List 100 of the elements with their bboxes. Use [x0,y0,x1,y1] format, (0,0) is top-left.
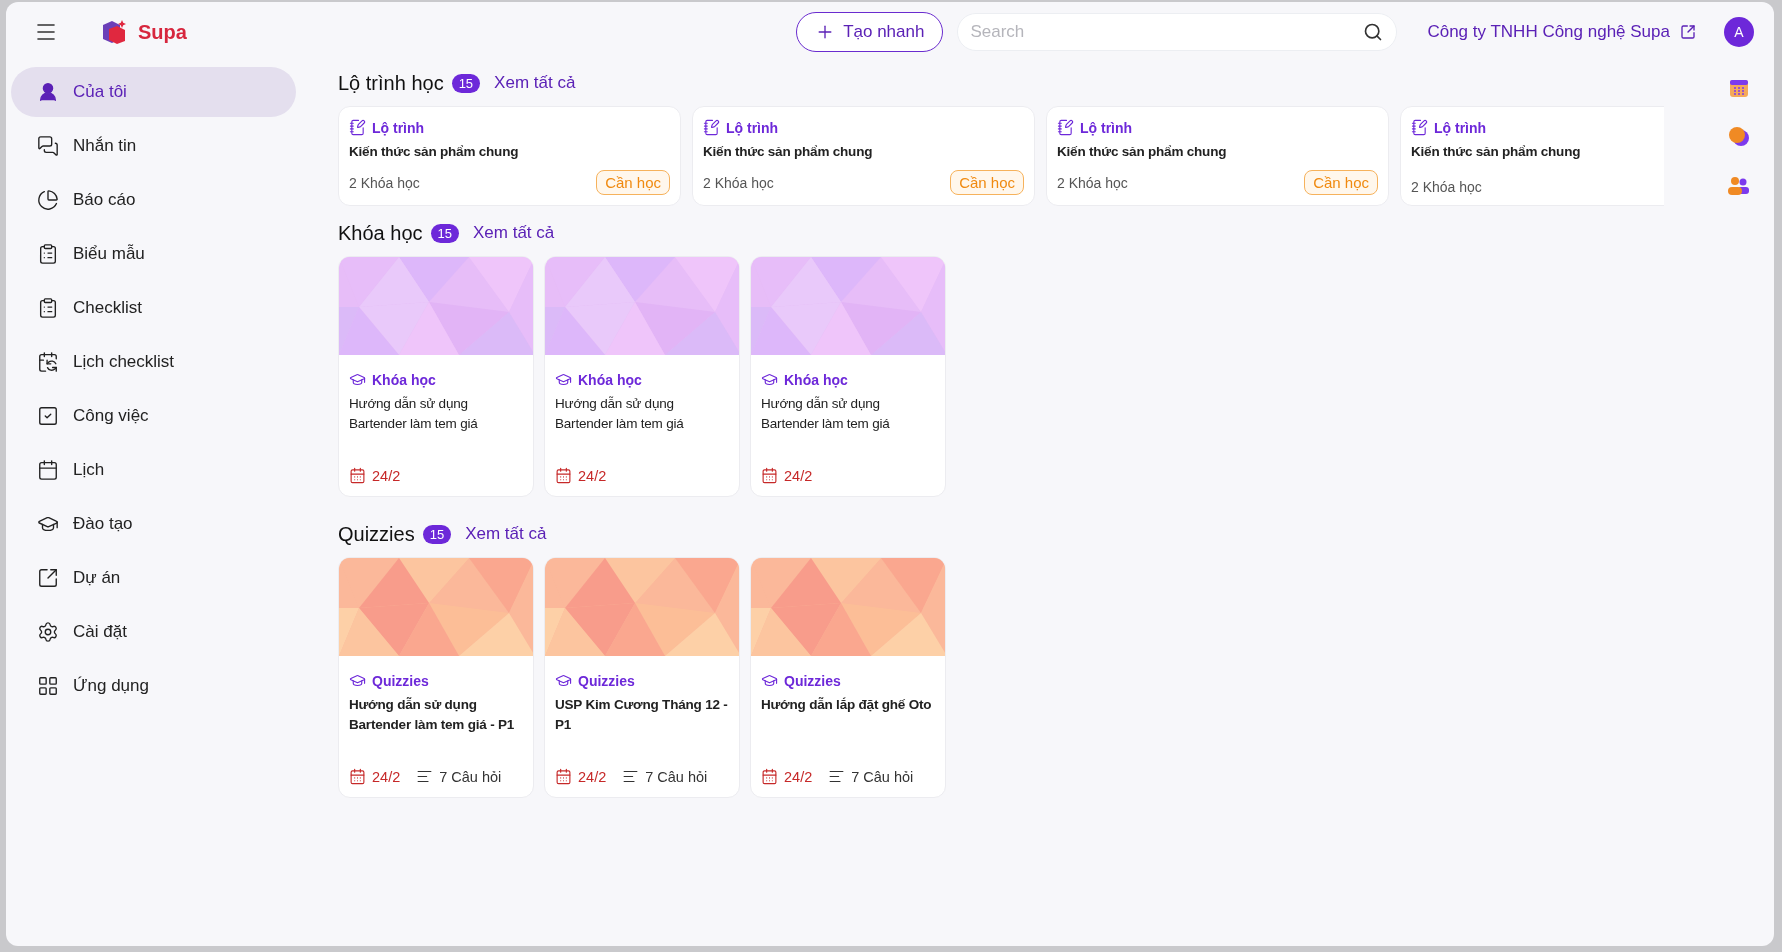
count-badge: 15 [430,223,459,243]
brand-name: Supa [138,20,187,44]
card-date: 24/2 [349,467,401,484]
calendar-icon [761,768,778,785]
quick-create-button[interactable]: Tạo nhanh [796,12,944,52]
sidebar-item[interactable]: Báo cáo [11,175,296,225]
card-type-label: Lộ trình [1057,119,1378,136]
card-title: Kiến thức sản phẩm chung [1057,143,1228,161]
graduation-cap-icon [349,371,366,388]
calendar-icon [349,467,366,484]
learning-path-card[interactable]: Lộ trình Kiến thức sản phẩm chung 2 Khóa học [1400,106,1664,206]
person-icon [37,81,59,103]
card-type-label: Lộ trình [349,119,670,136]
card-type-label: Quizzies [349,672,523,689]
card-title: Hướng dẫn sử dụng Bartender làm tem giá [555,395,685,433]
sidebar-item[interactable]: Đào tạo [11,499,296,549]
notebook-pen-icon [1411,119,1428,136]
quiz-card[interactable]: Quizzies Hướng dẫn sử dụng Bartender làm tem giá - P1 24/2 7 Câu hỏi [338,557,534,798]
course-card[interactable]: Khóa học Hướng dẫn sử dụng Bartender làm tem giá 24/2 [544,256,740,497]
notebook-pen-icon [349,119,366,136]
search-icon[interactable] [1363,22,1384,42]
external-link-icon [37,567,59,589]
card-title: Kiến thức sản phẩm chung [349,143,520,161]
status-badge: Cần học [596,170,670,195]
settings-icon [37,621,59,643]
status-badge: Cần học [950,170,1024,195]
card-date: 24/2 [761,768,813,785]
quiz-card[interactable]: Quizzies Hướng dẫn lắp đặt ghế Oto 24/2 7 Câu hỏi [750,557,946,798]
graduation-cap-icon [761,371,778,388]
course-card[interactable]: Khóa học Hướng dẫn sử dụng Bartender làm tem giá 24/2 [750,256,946,497]
see-all-link[interactable]: Xem tất cả [473,223,555,243]
calendar-icon[interactable] [1729,78,1749,98]
graduation-cap-icon [555,672,572,689]
learning-path-card[interactable]: Lộ trình Kiến thức sản phẩm chung 2 Khóa học Cần học [338,106,681,206]
card-title: Hướng dẫn sử dụng Bartender làm tem giá [349,395,479,433]
sidebar-item[interactable]: Lịch [11,445,296,495]
quiz-card[interactable]: Quizzies USP Kim Cương Tháng 12 - P1 24/2 7 Câu hỏi [544,557,740,798]
chart-icon [37,189,59,211]
sidebar-item[interactable]: Nhắn tin [11,121,296,171]
logo-icon [100,19,128,45]
sidebar-item[interactable]: Cài đặt [11,607,296,657]
card-type-label: Khóa học [761,371,935,388]
card-title: Hướng dẫn sử dụng Bartender làm tem giá - P1 [349,696,516,734]
course-count: 2 Khóa học [1411,179,1482,195]
card-title: Kiến thức sản phẩm chung [703,143,874,161]
sidebar-item[interactable]: Dự án [11,553,296,603]
sidebar-item[interactable]: Công việc [11,391,296,441]
card-type-label: Khóa học [555,371,729,388]
question-count: 7 Câu hỏi [828,768,914,785]
sidebar-item[interactable]: Lịch checklist [11,337,296,387]
chat-icon[interactable] [1727,126,1751,148]
calendar-icon [349,768,366,785]
sidebar-item[interactable]: Checklist [11,283,296,333]
section-title: Khóa học [338,221,423,245]
card-date: 24/2 [761,467,813,484]
course-count: 2 Khóa học [349,174,420,191]
sidebar-item[interactable]: Ứng dụng [11,661,296,711]
card-type-label: Khóa học [349,371,523,388]
search-field[interactable]: Search [957,13,1398,51]
see-all-link[interactable]: Xem tất cả [465,524,547,544]
calendar-icon [37,351,59,373]
course-card[interactable]: Khóa học Hướng dẫn sử dụng Bartender làm tem giá 24/2 [338,256,534,497]
course-count: 2 Khóa học [703,174,774,191]
card-title: Hướng dẫn lắp đặt ghế Oto [761,696,933,714]
calendar-icon [37,459,59,481]
learning-path-card[interactable]: Lộ trình Kiến thức sản phẩm chung 2 Khóa học Cần học [692,106,1035,206]
people-icon[interactable] [1727,176,1751,196]
company-link[interactable]: Công ty TNHH Công nghệ Supa [1427,22,1670,42]
external-link-icon[interactable] [1680,24,1696,40]
status-badge: Cần học [1304,170,1378,195]
calendar-icon [761,467,778,484]
sidebar-item[interactable]: Biểu mẫu [11,229,296,279]
card-title: Kiến thức sản phẩm chung [1411,143,1582,161]
card-date: 24/2 [349,768,401,785]
count-badge: 15 [451,73,481,93]
graduation-cap-icon [555,371,572,388]
section-title: Quizzies [338,522,415,546]
card-type-label: Quizzies [555,672,729,689]
lines-icon [828,768,846,785]
lines-icon [416,768,434,785]
notebook-pen-icon [703,119,720,136]
calendar-icon [555,467,572,484]
avatar[interactable]: A [1724,17,1754,47]
notebook-pen-icon [1057,119,1074,136]
calendar-icon [555,768,572,785]
count-badge: 15 [422,524,452,544]
sidebar-item[interactable]: Của tôi [11,67,296,117]
learning-path-card[interactable]: Lộ trình Kiến thức sản phẩm chung 2 Khóa học Cần học [1046,106,1389,206]
card-title: Hướng dẫn sử dụng Bartender làm tem giá [761,395,891,433]
form-icon [37,243,59,265]
card-title: USP Kim Cương Tháng 12 - P1 [555,696,729,734]
question-count: 7 Câu hỏi [622,768,708,785]
chat-icon [37,135,59,157]
graduation-cap-icon [761,672,778,689]
card-type-label: Lộ trình [1411,119,1664,136]
clipboard-icon [37,297,59,319]
see-all-link[interactable]: Xem tất cả [494,73,576,93]
checkbox-icon [37,405,59,427]
card-date: 24/2 [555,768,607,785]
lines-icon [622,768,640,785]
